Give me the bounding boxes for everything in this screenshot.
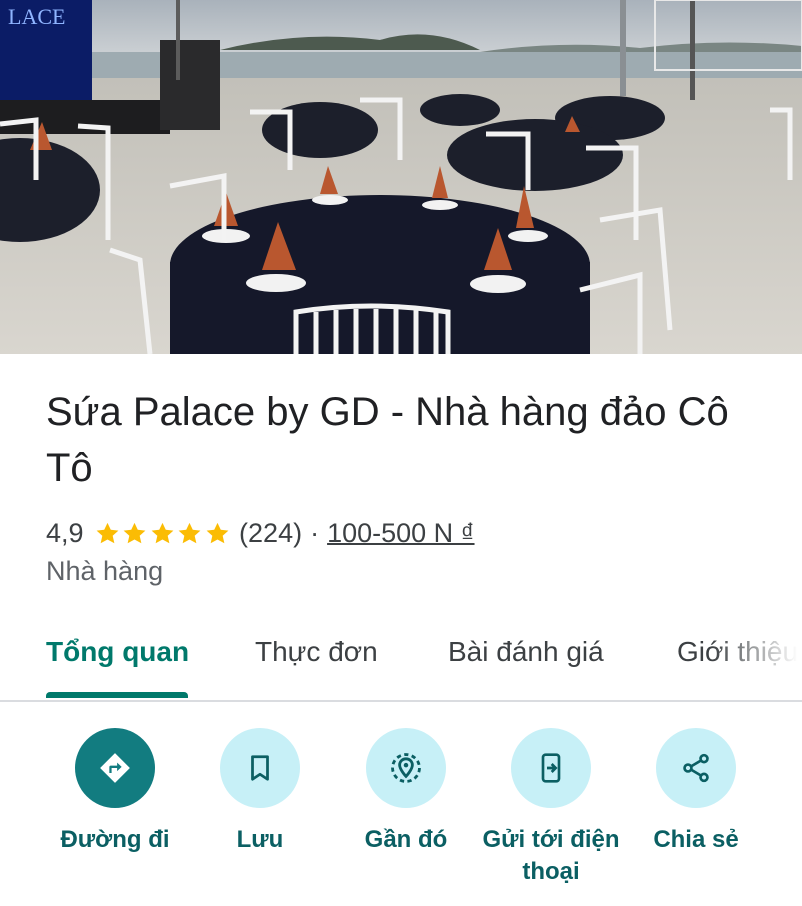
action-label: Gần đó [364,826,448,853]
star-icon [123,522,146,543]
directions-button[interactable]: Đường đi [40,728,190,856]
separator-dot: · [310,517,320,548]
star-icon [178,522,201,543]
send-to-phone-icon [511,728,591,808]
save-button[interactable]: Lưu [185,728,335,856]
photo-illustration: LACE [0,0,802,354]
tab-bar: Tổng quan Thực đơn Bài đánh giá Giới thi… [0,612,802,702]
nearby-icon [366,728,446,808]
action-label: Lưu [236,826,284,853]
send-to-phone-button[interactable]: Gửi tới điện thoại [476,728,626,888]
action-label: Đường đi [60,826,170,853]
tab-fade-overlay [712,612,802,698]
share-icon [656,728,736,808]
star-icon [151,522,173,543]
rating-stars[interactable] [94,520,232,547]
rating-value: 4,9 [46,517,84,548]
active-tab-indicator [46,692,188,698]
tab-overview[interactable]: Tổng quan [46,636,189,668]
rating-row: 4,9 (224) · 100-500 N ₫ [46,513,475,553]
place-title: Sứa Palace by GD - Nhà hàng đảo Cô Tô [46,390,729,490]
star-icon [96,522,118,543]
tab-reviews[interactable]: Bài đánh giá [448,636,604,668]
place-category: Nhà hàng [46,556,164,586]
price-range[interactable]: 100-500 N ₫ [327,518,474,549]
action-label: Chia sẻ [653,826,739,853]
review-count[interactable]: (224) [239,518,302,549]
place-photo[interactable]: LACE [0,0,802,354]
share-button[interactable]: Chia sẻ [621,728,771,856]
sign-text: LACE [8,4,65,29]
directions-icon [75,728,155,808]
action-label: Gửi tới điện thoại [482,826,620,885]
star-icon [206,522,228,543]
nearby-button[interactable]: Gần đó [331,728,481,856]
bookmark-icon [220,728,300,808]
tab-menu[interactable]: Thực đơn [255,636,378,668]
